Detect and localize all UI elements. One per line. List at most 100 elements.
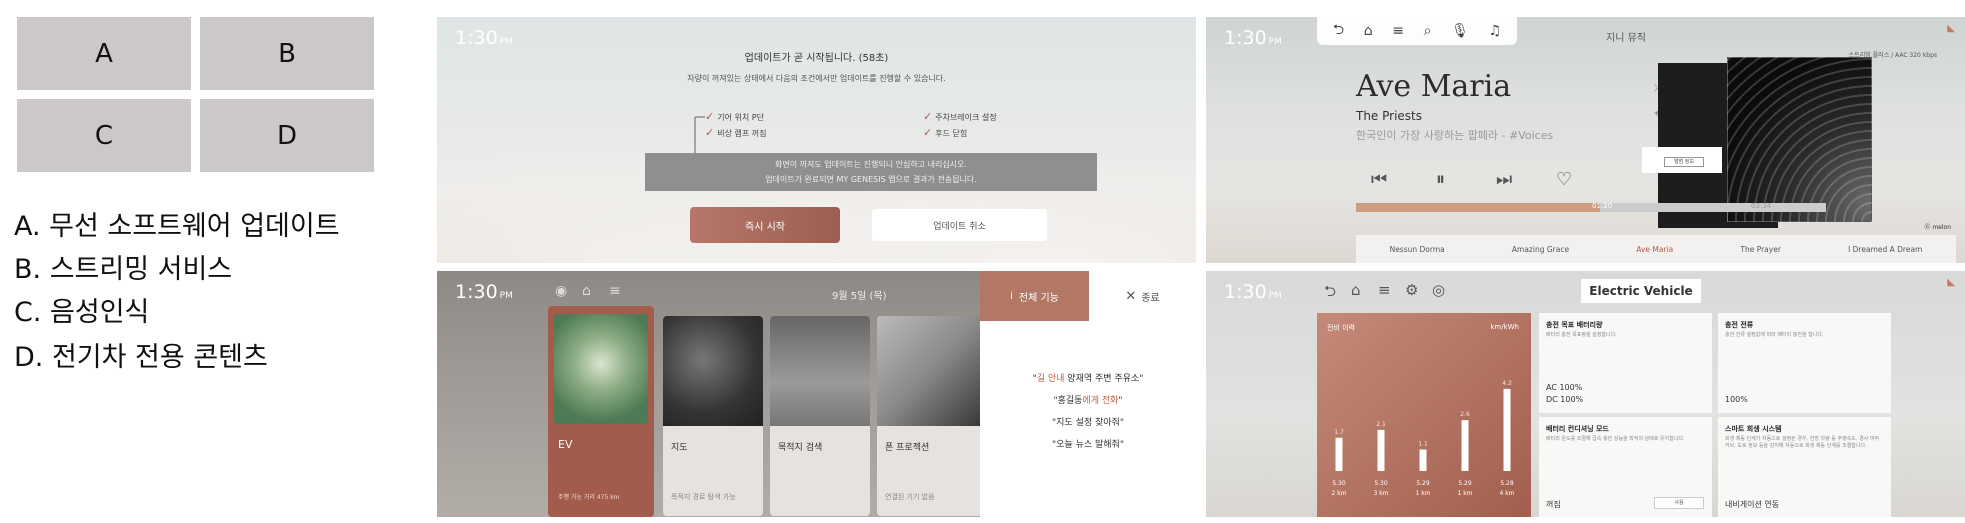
chart-tick-date: 5.28 [1500, 480, 1514, 487]
home-icon[interactable]: ⌂ [1364, 23, 1373, 39]
chart-tick-distance: 3 km [1373, 490, 1388, 497]
voice-command: "오늘 뉴스 말해줘" [1052, 440, 1124, 450]
elapsed-time: 01:20 [1592, 202, 1613, 210]
progress-fill [1356, 203, 1601, 212]
close-icon: ✕ [1125, 288, 1137, 304]
voice-command: "지도 설정 찾아줘" [1052, 418, 1124, 428]
streaming-screen: 1:30 PM ⮌ ⌂ ≡ ⌕ 🎙 ♫ 지니 뮤직 ◣ 스트리밍 플러스 / AA… [1206, 17, 1965, 263]
chart-tick-date: 5.30 [1332, 480, 1346, 487]
brand-logo: Ⓖ melon [1924, 224, 1951, 231]
corner-indicator-icon: ◣ [1947, 277, 1955, 288]
heart-icon[interactable]: ♡ [1556, 169, 1572, 190]
card-value: AC 100% [1546, 383, 1583, 392]
card-smart-regen[interactable]: 스마트 회생 시스템 회생 제동 단계가 자동으로 설정된 경우, 전방 차량 … [1718, 417, 1891, 517]
back-icon[interactable]: ⮌ [1333, 19, 1344, 43]
card-value: 내비게이션 연동 [1725, 500, 1780, 509]
check-icon: ✓ [923, 110, 933, 123]
card-phone-projection[interactable]: 폰 프로젝션 연결된 기기 없음 [877, 316, 987, 516]
pin-image [770, 316, 870, 426]
queue-item[interactable]: Nessun Dorma [1390, 245, 1445, 254]
legend-item-d: D. 전기차 전용 콘텐츠 [14, 342, 268, 373]
charging-icon[interactable]: ◎ [1432, 281, 1445, 299]
legend-item-a: A. 무선 소프트웨어 업데이트 [14, 211, 340, 242]
corner-indicator-icon: ◣ [1947, 23, 1955, 34]
legend-item-c: C. 음성인식 [14, 297, 150, 328]
settings-icon[interactable]: ⚙ [1405, 281, 1418, 299]
card-value: 꺼짐 [1546, 500, 1561, 509]
chart-data-label: 2.1 [1376, 421, 1386, 428]
card-heading: 스마트 회생 시스템 [1725, 425, 1782, 433]
queue-item[interactable]: The Prayer [1740, 245, 1781, 254]
legend-cell-d: D [200, 99, 374, 172]
chart-tick-distance: 4 km [1499, 490, 1514, 497]
check-item-gear: ✓ 기어 위치 P단 [705, 110, 764, 123]
back-icon[interactable]: ⮌ [1324, 281, 1336, 306]
menu-icon[interactable]: ≡ [609, 283, 621, 299]
chart-tick-date: 5.29 [1458, 480, 1472, 487]
legend-cell-c: C [17, 99, 191, 172]
card-label: 폰 프로젝션 [885, 443, 930, 453]
chart-tick-date: 5.30 [1374, 480, 1388, 487]
card-desc: 배터리 온도를 조절해 급속 충전 성능을 최적의 상태로 유지합니다. [1546, 436, 1685, 442]
home-icon[interactable]: ⌂ [582, 283, 591, 299]
menu-icon[interactable]: ≡ [1392, 23, 1404, 39]
chart-bar [1503, 388, 1511, 471]
efficiency-bar-chart: 1.7 5.30 2 km 2.1 5.30 3 km 1.1 5.29 1 km 2.6 5.29… [1331, 380, 1514, 497]
clock: 1:30 PM [1224, 27, 1282, 49]
menu-icon[interactable]: ≡ [1378, 281, 1391, 299]
album-subtitle: 한국인이 가장 사랑하는 팝페라 - #Voices [1356, 129, 1554, 142]
queue-item[interactable]: I Dreamed A Dream [1848, 245, 1922, 254]
legend-cell-b: B [200, 17, 374, 90]
card-desc: 목적지 경로 탐색 가능 [671, 493, 736, 501]
chart-tick-distance: 1 km [1415, 490, 1430, 497]
search-icon[interactable]: ⌕ [1424, 23, 1432, 39]
update-notice: 화면이 꺼져도 업데이트는 진행되니 안심하고 내리십시오. 업데이트가 완료되… [645, 153, 1097, 191]
app-header: 지니 뮤직 [1606, 33, 1646, 44]
chart-data-label: 1.1 [1418, 440, 1428, 447]
card-heading: 배터리 컨디셔닝 모드 [1546, 425, 1609, 433]
cancel-update-button[interactable]: 업데이트 취소 [872, 209, 1047, 241]
card-desc: 주행 가능 거리 475 km [558, 494, 620, 501]
clock: 1:30 PM [1224, 281, 1282, 303]
top-toolbar: ⮌ ⌂ ≡ ⌕ 🎙 ♫ [1317, 17, 1517, 45]
conditioning-toggle[interactable]: 사용 [1654, 497, 1704, 509]
chart-data-label: 4.2 [1502, 380, 1512, 387]
album-info-button[interactable]: 앨범 정보 [1664, 157, 1704, 167]
queue-item-active[interactable]: Ave Maria [1636, 245, 1673, 254]
card-destination-search[interactable]: 목적지 검색 [770, 316, 870, 516]
previous-icon[interactable]: ⏮ [1371, 169, 1387, 190]
ev-lightbulb-image [554, 314, 648, 424]
card-battery-conditioning[interactable]: 배터리 컨디셔닝 모드 배터리 온도를 조절해 급속 충전 성능을 최적의 상태… [1539, 417, 1712, 517]
start-now-button[interactable]: 즉시 시작 [690, 207, 840, 243]
chart-bar [1335, 437, 1343, 471]
queue-list: Nessun Dorma Amazing Grace Ave Maria The… [1356, 235, 1956, 263]
mic-icon[interactable]: 🎙 [1451, 23, 1469, 39]
chart-tick-date: 5.29 [1416, 480, 1430, 487]
card-label: EV [558, 438, 573, 451]
check-icon: ✓ [923, 126, 933, 139]
card-charge-current[interactable]: 충전 전류 충전 전류 설정값에 따라 배터리 충전을 합니다. 100% [1718, 313, 1891, 413]
card-ev[interactable]: EV 주행 가능 거리 475 km [548, 306, 654, 517]
playlist-icon[interactable]: ♫ [1489, 23, 1502, 39]
card-desc: 충전 전류 설정값에 따라 배터리 충전을 합니다. [1725, 332, 1824, 338]
efficiency-chart-card[interactable]: 전비 이력 km/kWh 1.7 5.30 2 km 2.1 5.30 3 km 1.1 5.… [1317, 313, 1531, 517]
clock: 1:30 PM [455, 281, 513, 303]
close-button[interactable]: ✕ 종료 [1089, 271, 1196, 321]
song-title: Ave Maria [1356, 69, 1512, 104]
map-image [663, 316, 763, 426]
profile-icon[interactable]: ◉ [555, 283, 567, 299]
all-features-tab[interactable]: ⅰ 전체 기능 [980, 271, 1089, 321]
queue-item[interactable]: Amazing Grace [1512, 245, 1569, 254]
chart-tick-distance: 1 km [1457, 490, 1472, 497]
card-map[interactable]: 지도 목적지 경로 탐색 가능 [663, 316, 763, 516]
card-charge-target[interactable]: 충전 목표 배터리량 배터리 충전 목표량을 설정합니다. AC 100% DC… [1539, 313, 1712, 413]
check-item-hazard: ✓ 비상 램프 꺼짐 [705, 126, 767, 139]
album-art-pattern [1727, 57, 1872, 222]
next-icon[interactable]: ⏭ [1496, 169, 1512, 190]
chart-data-label: 2.6 [1460, 411, 1470, 418]
page-title: Electric Vehicle [1581, 279, 1701, 303]
check-icon: ✓ [705, 110, 715, 123]
card-heading: 충전 전류 [1725, 321, 1754, 329]
home-icon[interactable]: ⌂ [1351, 281, 1361, 299]
pause-icon[interactable]: ⏸ [1436, 169, 1445, 190]
